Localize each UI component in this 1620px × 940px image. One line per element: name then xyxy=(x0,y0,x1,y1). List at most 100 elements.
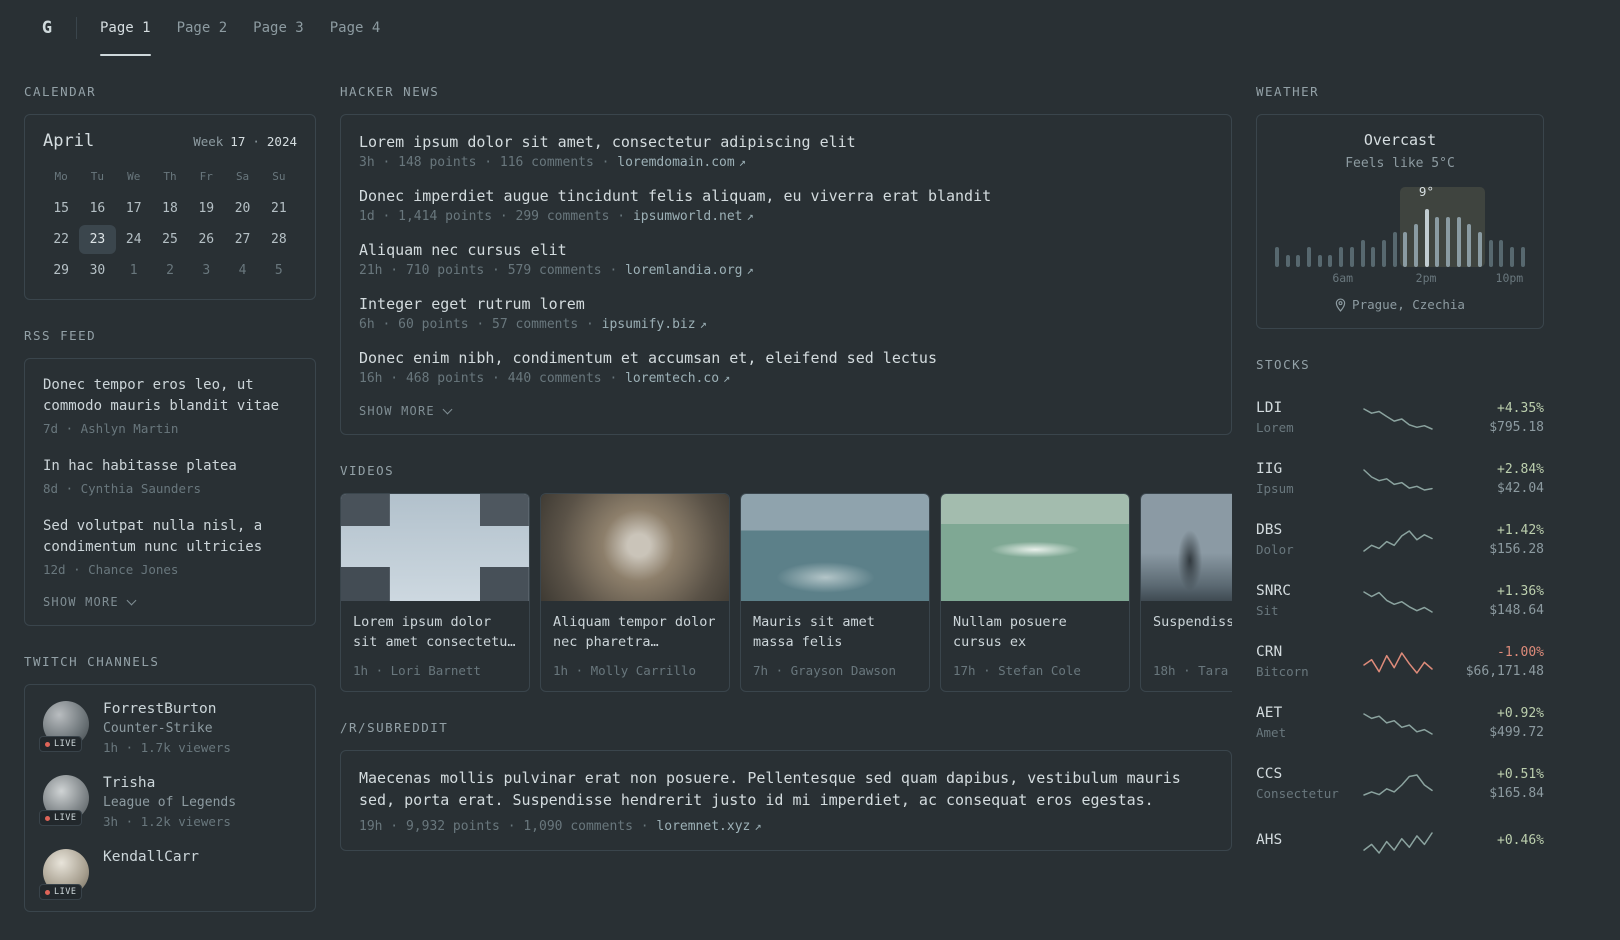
video-title: Suspendisse diam xyxy=(1153,614,1232,630)
video-card[interactable]: Mauris sit amet massa felis 7h · Grayson… xyxy=(740,493,930,692)
calendar-card: April Week 17 · 2024 Mo Tu We Th Fr Sa Su 15 16 1… xyxy=(24,114,316,300)
channel-name[interactable]: ForrestBurton xyxy=(103,701,231,717)
twitch-widget: TWITCH CHANNELS LIVE ForrestBurton Count… xyxy=(24,654,316,912)
stock-row[interactable]: AHS +0.46% xyxy=(1256,814,1544,870)
twitch-channel-row[interactable]: LIVE ForrestBurton Counter-Strike 1h · 1… xyxy=(39,701,297,755)
stock-symbol: AET xyxy=(1256,705,1283,721)
story-link[interactable]: loremtech.co xyxy=(625,371,719,386)
stock-symbol: IIG xyxy=(1256,461,1283,477)
channel-name[interactable]: Trisha xyxy=(103,775,236,791)
hackernews-show-more-button[interactable]: SHOW MORE xyxy=(359,404,1213,418)
avatar: LIVE xyxy=(39,701,89,752)
subreddit-card: Maecenas mollis pulvinar erat non posuer… xyxy=(340,750,1232,851)
video-card[interactable]: Suspendisse diam 18h · Tara xyxy=(1140,493,1232,692)
story-title[interactable]: Lorem ipsum dolor sit amet, consectetur … xyxy=(359,131,1213,153)
twitch-section-title: TWITCH CHANNELS xyxy=(24,654,160,669)
post-meta: 19h · 9,932 points · 1,090 comments · lo… xyxy=(359,819,1213,834)
rss-item-title[interactable]: Donec tempor eros leo, ut commodo mauris… xyxy=(43,375,297,417)
twitch-channel-row[interactable]: LIVE Trisha League of Legends 3h · 1.2k … xyxy=(39,775,297,829)
post-title[interactable]: Maecenas mollis pulvinar erat non posuer… xyxy=(359,767,1213,811)
video-card[interactable]: Nullam posuere cursus ex 17h · Stefan Co… xyxy=(940,493,1130,692)
rss-show-more-button[interactable]: SHOW MORE xyxy=(43,595,297,609)
calendar-day-header: Tu xyxy=(90,170,105,183)
rss-item-meta: 7d · Ashlyn Martin xyxy=(43,421,179,436)
tab-page-3[interactable]: Page 3 xyxy=(240,0,317,56)
live-label: LIVE xyxy=(54,887,77,897)
stock-sparkline xyxy=(1363,468,1433,491)
stock-name: Sit xyxy=(1256,603,1279,618)
middle-column: HACKER NEWS Lorem ipsum dolor sit amet, … xyxy=(340,84,1232,879)
weather-bar xyxy=(1371,247,1376,267)
calendar-day: 30 xyxy=(89,263,106,278)
story-title[interactable]: Donec enim nibh, condimentum et accumsan… xyxy=(359,347,1213,369)
hackernews-item: Integer eget rutrum lorem 6h · 60 points… xyxy=(359,293,1213,332)
video-card[interactable]: Aliquam tempor dolor nec pharetra… 1h · … xyxy=(540,493,730,692)
story-title[interactable]: Integer eget rutrum lorem xyxy=(359,293,1213,315)
tab-page-4[interactable]: Page 4 xyxy=(317,0,394,56)
stock-row[interactable]: LDI Lorem +4.35% $795.18 xyxy=(1256,387,1544,448)
video-info: Mauris sit amet massa felis 7h · Grayson… xyxy=(741,601,929,691)
story-link[interactable]: ipsumworld.net xyxy=(633,209,743,224)
stock-row[interactable]: DBS Dolor +1.42% $156.28 xyxy=(1256,509,1544,570)
stock-row[interactable]: CCS Consectetur +0.51% $165.84 xyxy=(1256,753,1544,814)
stock-values: +0.46% xyxy=(1448,833,1544,852)
avatar: LIVE xyxy=(39,849,89,900)
stock-identity: SNRC Sit xyxy=(1256,583,1348,618)
channel-category: Counter-Strike xyxy=(103,721,213,736)
weather-bar xyxy=(1392,232,1397,267)
stocks-list: LDI Lorem +4.35% $795.18 IIG Ipsum +2.84… xyxy=(1256,387,1544,870)
stock-row[interactable]: CRN Bitcorn -1.00% $66,171.48 xyxy=(1256,631,1544,692)
live-label: LIVE xyxy=(54,739,77,749)
weather-section-title: WEATHER xyxy=(1256,84,1320,99)
stock-change: +0.92% xyxy=(1497,705,1544,721)
stock-values: +2.84% $42.04 xyxy=(1448,462,1544,496)
avatar: LIVE xyxy=(39,775,89,826)
video-meta: 17h · Stefan Cole xyxy=(953,663,1081,678)
videos-carousel[interactable]: Lorem ipsum dolor sit amet consectetu… 1… xyxy=(340,493,1232,692)
stock-sparkline xyxy=(1363,651,1433,674)
video-thumbnail xyxy=(941,494,1129,601)
story-link[interactable]: loremlandia.org xyxy=(625,263,742,278)
stock-values: +1.36% $148.64 xyxy=(1448,584,1544,618)
stock-row[interactable]: AET Amet +0.92% $499.72 xyxy=(1256,692,1544,753)
channel-info: ForrestBurton Counter-Strike 1h · 1.7k v… xyxy=(103,701,231,755)
post-link[interactable]: loremnet.xyz xyxy=(656,819,750,834)
video-title: Aliquam tempor dolor nec pharetra… xyxy=(553,614,716,650)
calendar-day: 2 xyxy=(166,263,174,278)
rss-item-title[interactable]: In hac habitasse platea xyxy=(43,456,297,477)
calendar-day: 20 xyxy=(234,201,251,216)
stock-identity: AET Amet xyxy=(1256,705,1348,740)
calendar-day-header: Fr xyxy=(199,170,213,183)
story-link[interactable]: ipsumify.biz xyxy=(602,317,696,332)
story-meta-text: 3h · 148 points · 116 comments · xyxy=(359,155,618,170)
stock-row[interactable]: SNRC Sit +1.36% $148.64 xyxy=(1256,570,1544,631)
stock-identity: DBS Dolor xyxy=(1256,522,1348,557)
story-title[interactable]: Donec imperdiet augue tincidunt felis al… xyxy=(359,185,1213,207)
story-title[interactable]: Aliquam nec cursus elit xyxy=(359,239,1213,261)
video-title: Lorem ipsum dolor sit amet consectetu… xyxy=(353,614,516,650)
rss-item: Sed volutpat nulla nisl, a condimentum n… xyxy=(43,516,297,577)
weather-chart: 9° 6am 2pm 10pm xyxy=(1273,184,1527,285)
weather-bar xyxy=(1339,247,1344,267)
calendar-day: 24 xyxy=(125,232,142,247)
tab-page-1[interactable]: Page 1 xyxy=(87,0,164,56)
channel-name[interactable]: KendallCarr xyxy=(103,849,199,865)
rss-item-title[interactable]: Sed volutpat nulla nisl, a condimentum n… xyxy=(43,516,297,558)
video-thumbnail xyxy=(541,494,729,601)
tab-page-2[interactable]: Page 2 xyxy=(164,0,241,56)
video-title: Mauris sit amet massa felis xyxy=(753,614,875,650)
chevron-down-icon xyxy=(126,595,137,605)
story-meta-text: 1d · 1,414 points · 299 comments · xyxy=(359,209,633,224)
hackernews-card: Lorem ipsum dolor sit amet, consectetur … xyxy=(340,114,1232,435)
video-card[interactable]: Lorem ipsum dolor sit amet consectetu… 1… xyxy=(340,493,530,692)
video-meta: 7h · Grayson Dawson xyxy=(753,663,896,678)
story-link[interactable]: loremdomain.com xyxy=(617,155,734,170)
rss-section-title: RSS FEED xyxy=(24,328,97,343)
calendar-day: 29 xyxy=(53,263,69,278)
stock-identity: CRN Bitcorn xyxy=(1256,644,1348,679)
stock-row[interactable]: IIG Ipsum +2.84% $42.04 xyxy=(1256,448,1544,509)
story-meta-text: 21h · 710 points · 579 comments · xyxy=(359,263,626,278)
calendar-day: 4 xyxy=(238,263,247,278)
week-number: 17 xyxy=(230,134,246,149)
twitch-channel-row[interactable]: LIVE KendallCarr xyxy=(39,849,297,900)
